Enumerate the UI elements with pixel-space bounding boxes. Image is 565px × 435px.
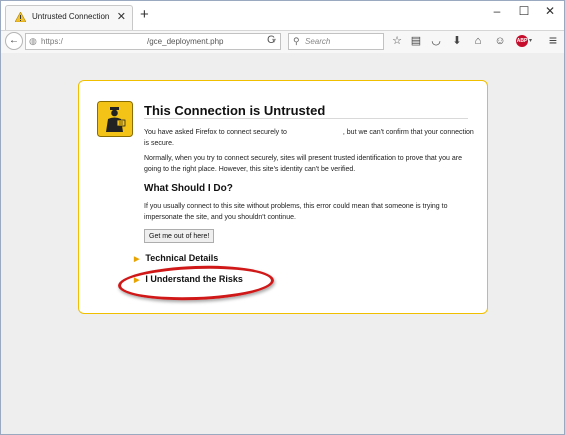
security-officer-icon [97, 101, 133, 137]
url-bar[interactable]: ◍ https:/ /gce_deployment.php ▾ [25, 33, 281, 50]
tab-title: Untrusted Connection [32, 12, 110, 21]
advice-paragraph: If you usually connect to this site with… [144, 203, 448, 221]
maximize-button[interactable]: ☐ [516, 4, 532, 18]
adblock-dropdown-icon[interactable]: ▾ [529, 37, 532, 44]
reload-icon[interactable]: C [267, 34, 275, 46]
url-prefix: https:/ [41, 37, 63, 46]
title-divider [144, 118, 468, 119]
nav-toolbar: ← ◍ https:/ /gce_deployment.php ▾ C ⚲ Se… [1, 30, 564, 54]
page-title: This Connection is Untrusted [144, 103, 326, 118]
search-bar[interactable]: ⚲ Search [288, 33, 384, 50]
technical-details-label: Technical Details [145, 253, 219, 263]
search-icon: ⚲ [293, 36, 300, 46]
warning-icon [15, 12, 26, 22]
search-placeholder: Search [305, 37, 331, 46]
what-to-do-heading: What Should I Do? [144, 183, 233, 194]
new-tab-button[interactable]: + [140, 7, 149, 22]
chat-icon[interactable]: ☺ [493, 34, 507, 48]
minimize-button[interactable]: – [489, 4, 505, 18]
page-content: This Connection is Untrusted You have as… [1, 53, 564, 434]
explanation-paragraph: Normally, when you try to connect secure… [144, 155, 463, 173]
star-icon[interactable]: ☆ [390, 34, 404, 48]
technical-details-expander[interactable]: ▶ Technical Details [134, 253, 218, 263]
intro-paragraph: You have asked Firefox to connect secure… [144, 127, 474, 149]
title-bar: Untrusted Connection ✕ + – ☐ ✕ [1, 1, 564, 31]
close-tab-icon[interactable]: ✕ [117, 10, 126, 23]
menu-icon[interactable]: ≡ [546, 33, 560, 47]
tab-untrusted-connection[interactable]: Untrusted Connection ✕ [5, 5, 133, 31]
home-icon[interactable]: ⌂ [471, 34, 485, 48]
intro-text-start: You have asked Firefox to connect secure… [144, 129, 287, 136]
pocket-icon[interactable]: ◡ [429, 34, 443, 48]
downloads-icon[interactable]: ⬇ [450, 34, 464, 48]
get-me-out-button[interactable]: Get me out of here! [144, 229, 215, 243]
reading-list-icon[interactable]: ▤ [409, 34, 423, 48]
url-redacted-host [75, 37, 147, 46]
redacted-host [288, 128, 343, 137]
back-button[interactable]: ← [5, 32, 23, 50]
adblock-icon[interactable]: ABP [516, 35, 528, 47]
expand-arrow-icon: ▶ [134, 256, 140, 263]
site-identity-icon[interactable]: ◍ [29, 36, 37, 47]
browser-window: Untrusted Connection ✕ + – ☐ ✕ ← ◍ https… [0, 0, 565, 435]
close-window-button[interactable]: ✕ [542, 4, 558, 18]
url-path: /gce_deployment.php [147, 37, 224, 46]
